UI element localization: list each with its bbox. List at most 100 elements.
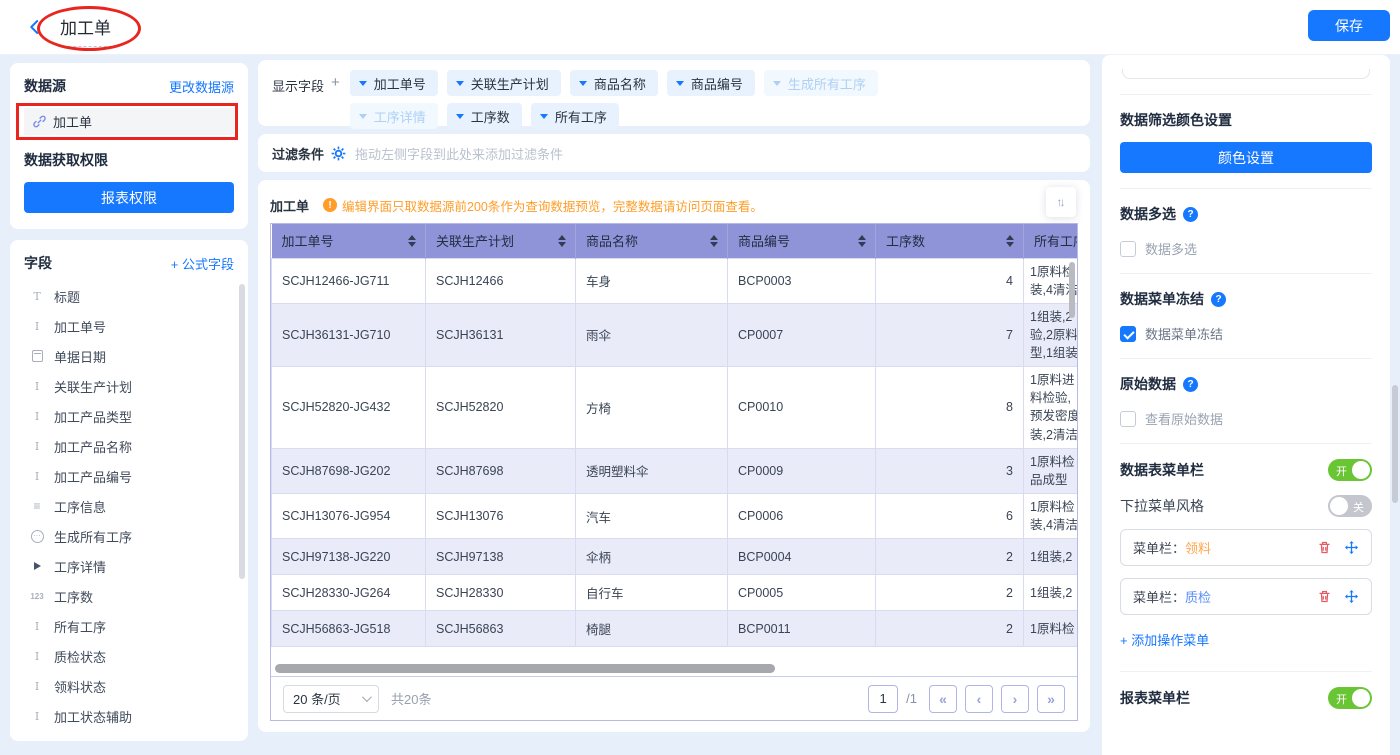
field-chip[interactable]: 生成所有工序 — [764, 70, 878, 96]
table-menubar-toggle[interactable]: 开 — [1328, 459, 1372, 481]
report-menubar-toggle[interactable]: 开 — [1328, 687, 1372, 709]
field-chip[interactable]: 工序数 — [447, 103, 522, 129]
cell-count: 8 — [876, 367, 1024, 449]
sort-arrows-icon[interactable] — [408, 235, 416, 247]
field-item[interactable]: I质检状态 — [24, 641, 234, 671]
formula-field-link[interactable]: + 公式字段 — [171, 254, 234, 273]
prev-page-button[interactable]: ‹ — [965, 685, 993, 713]
field-chip-label: 商品编号 — [691, 74, 743, 93]
column-header[interactable]: 加工单号 — [272, 224, 426, 258]
window-scrollbar[interactable] — [1392, 385, 1398, 503]
field-item[interactable]: 单据日期 — [24, 341, 234, 371]
checkbox[interactable] — [1120, 411, 1136, 427]
field-item[interactable]: I加工单号 — [24, 311, 234, 341]
checkbox[interactable] — [1120, 241, 1136, 257]
field-chip[interactable]: 工序详情 — [350, 103, 438, 129]
field-item[interactable]: I加工产品名称 — [24, 431, 234, 461]
menu-item[interactable]: 菜单栏：领料 — [1120, 529, 1372, 566]
field-item[interactable]: I领料状态 — [24, 671, 234, 701]
gear-icon[interactable] — [331, 146, 346, 161]
column-header[interactable]: 所有工序 — [1024, 224, 1078, 258]
cell-plan: SCJH28330 — [426, 575, 576, 611]
cell-order: SCJH56863-JG518 — [272, 611, 426, 647]
question-icon[interactable]: ? — [1183, 377, 1198, 392]
field-chip[interactable]: 商品名称 — [570, 70, 658, 96]
page-title[interactable]: 加工单 — [58, 14, 117, 47]
sort-arrows-icon[interactable] — [1006, 235, 1014, 247]
sort-arrows-icon[interactable] — [858, 235, 866, 247]
display-fields-panel: 显示字段 + 加工单号关联生产计划商品名称商品编号生成所有工序工序详情工序数所有… — [258, 60, 1090, 126]
sort-arrows-icon[interactable] — [558, 235, 566, 247]
cell-plan: SCJH36131 — [426, 303, 576, 366]
datasource-item[interactable]: 加工单 — [24, 108, 234, 135]
column-header[interactable]: 关联生产计划 — [426, 224, 576, 258]
column-header[interactable]: 商品编号 — [728, 224, 876, 258]
table-row: SCJH13076-JG954SCJH13076汽车CP000661原料检 装,… — [272, 493, 1078, 538]
trash-icon[interactable] — [1317, 589, 1332, 604]
move-icon[interactable] — [1344, 589, 1359, 604]
horizontal-scrollbar[interactable] — [275, 664, 775, 673]
column-header-label: 所有工序 — [1034, 234, 1077, 249]
field-chip[interactable]: 关联生产计划 — [447, 70, 561, 96]
dropdown-style-toggle[interactable]: 关 — [1328, 495, 1372, 517]
field-chip[interactable]: 加工单号 — [350, 70, 438, 96]
caret-down-icon — [456, 114, 464, 119]
field-item[interactable]: I关联生产计划 — [24, 371, 234, 401]
field-item-label: 生成所有工序 — [54, 527, 132, 546]
cell-code: CP0009 — [728, 448, 876, 493]
question-icon[interactable]: ? — [1211, 292, 1226, 307]
field-item-label: 加工状态辅助 — [54, 707, 132, 726]
field-item[interactable]: T标题 — [24, 281, 234, 311]
column-header[interactable]: 工序数 — [876, 224, 1024, 258]
field-item[interactable]: ≡工序信息 — [24, 491, 234, 521]
field-item[interactable]: I所有工序 — [24, 611, 234, 641]
vertical-scrollbar[interactable] — [1069, 262, 1075, 318]
text-icon: I — [29, 470, 45, 483]
field-chip[interactable]: 商品编号 — [667, 70, 755, 96]
color-setting-button[interactable]: 颜色设置 — [1120, 142, 1372, 173]
raw-data-checkbox-row[interactable]: 查看原始数据 — [1120, 409, 1372, 428]
caret-down-icon — [579, 81, 587, 86]
move-icon[interactable] — [1344, 540, 1359, 555]
field-item[interactable]: I 加工产品编号 — [24, 461, 234, 491]
report-permission-button[interactable]: 报表权限 — [24, 182, 234, 213]
text-icon: I — [29, 650, 45, 663]
raw-data-checkbox-label: 查看原始数据 — [1145, 409, 1223, 428]
filter-panel[interactable]: 过滤条件 拖动左侧字段到此处来添加过滤条件 — [258, 134, 1090, 172]
multi-select-checkbox-row[interactable]: 数据多选 — [1120, 239, 1372, 258]
chevron-down-icon — [362, 692, 372, 702]
menu-item[interactable]: 菜单栏：质检 — [1120, 578, 1372, 615]
menu-freeze-checkbox-row[interactable]: 数据菜单冻结 — [1120, 324, 1372, 343]
field-chip-label: 生成所有工序 — [788, 74, 866, 93]
sort-arrows-icon[interactable] — [710, 235, 718, 247]
page-size-select[interactable]: 20 条/页 — [283, 685, 379, 713]
field-item[interactable]: …生成所有工序 — [24, 521, 234, 551]
page-number-input[interactable]: 1 — [868, 685, 898, 713]
text-icon: I — [29, 710, 45, 723]
save-button[interactable]: 保存 — [1308, 10, 1390, 41]
sort-order-icon[interactable]: ↑↓ — [1046, 187, 1076, 217]
add-field-icon[interactable]: + — [331, 74, 340, 116]
field-item[interactable]: 工序详情 — [24, 551, 234, 581]
back-icon[interactable] — [26, 18, 44, 41]
column-header[interactable]: 商品名称 — [576, 224, 728, 258]
change-datasource-link[interactable]: 更改数据源 — [169, 77, 234, 96]
question-icon[interactable]: ? — [1183, 207, 1198, 222]
field-item[interactable]: 123工序数 — [24, 581, 234, 611]
trash-icon[interactable] — [1317, 540, 1332, 555]
last-page-button[interactable]: » — [1037, 685, 1065, 713]
fields-scrollbar[interactable] — [239, 284, 245, 579]
field-item-label: 加工产品编号 — [54, 467, 132, 486]
field-item[interactable]: I加工产品类型 — [24, 401, 234, 431]
divider — [1120, 94, 1372, 95]
text-icon: I — [29, 410, 45, 423]
field-item-label: 加工产品名称 — [54, 437, 132, 456]
text-icon: I — [29, 620, 45, 633]
cell-order: SCJH13076-JG954 — [272, 493, 426, 538]
field-item[interactable]: I 加工状态辅助 — [24, 701, 234, 731]
checkbox[interactable] — [1120, 326, 1136, 342]
add-menu-link[interactable]: + 添加操作菜单 — [1120, 630, 1372, 649]
next-page-button[interactable]: › — [1001, 685, 1029, 713]
first-page-button[interactable]: « — [929, 685, 957, 713]
field-chip[interactable]: 所有工序 — [531, 103, 619, 129]
